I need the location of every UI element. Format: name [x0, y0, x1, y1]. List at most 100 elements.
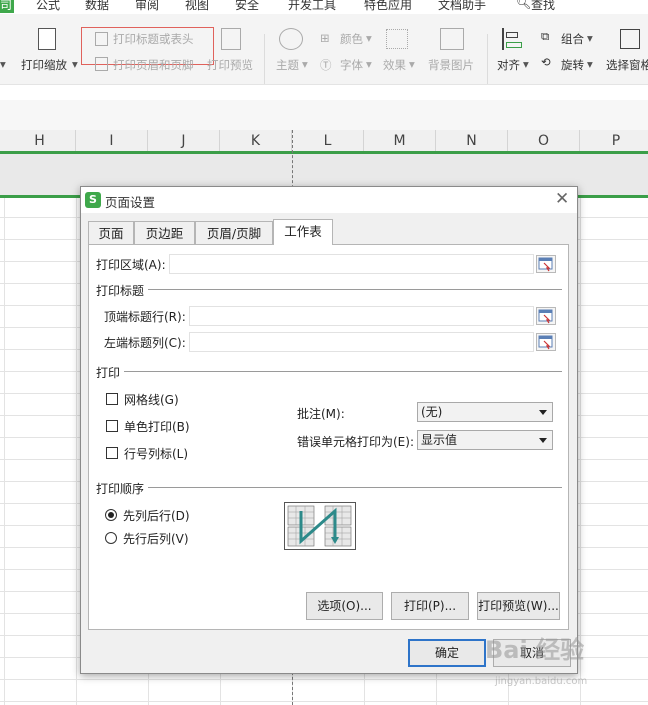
range-select-icon[interactable] — [536, 307, 556, 325]
group-button[interactable]: 组合 — [561, 31, 584, 47]
range-select-icon[interactable] — [536, 255, 556, 273]
down-then-over-label: 先列后行(D) — [123, 509, 190, 523]
print-button[interactable]: 打印(P)... — [391, 592, 469, 620]
gridlines-label: 网格线(G) — [124, 393, 179, 407]
name-box-strip — [0, 100, 648, 130]
column-header-m[interactable]: M — [364, 130, 436, 152]
print-section: 打印 — [96, 364, 562, 380]
chevron-down-icon: ▾ — [366, 57, 372, 71]
print-header-footer-icon — [95, 57, 108, 71]
over-then-down-label: 先行后列(V) — [123, 532, 189, 546]
chevron-down-icon: ▾ — [302, 57, 308, 71]
gridlines-checkbox[interactable] — [106, 393, 118, 405]
tab-page[interactable]: 页面 — [88, 221, 134, 244]
menu-start[interactable]: 司 — [0, 0, 15, 13]
print-titles-section: 打印标题 — [96, 282, 562, 298]
section-divider — [148, 487, 562, 488]
menu-review[interactable]: 审阅 — [135, 0, 159, 13]
print-heading: 打印 — [96, 366, 121, 380]
chevron-down-icon: ▾ — [0, 57, 6, 71]
color-grid-icon: ⊞ — [320, 31, 330, 45]
column-header-i[interactable]: I — [76, 130, 148, 152]
font-button[interactable]: 字体 — [340, 57, 363, 73]
print-preview-button[interactable]: 打印预览 — [207, 57, 253, 73]
over-then-down-radio[interactable] — [105, 532, 117, 544]
effect-icon — [386, 29, 408, 49]
rotate-button[interactable]: 旋转 — [561, 57, 584, 73]
section-divider — [148, 289, 562, 290]
menu-developer[interactable]: 开发工具 — [288, 0, 336, 13]
section-divider — [124, 371, 562, 372]
down-then-over-radio[interactable] — [105, 509, 117, 521]
print-order-preview-icon — [284, 502, 356, 550]
theme-button[interactable]: 主题 — [276, 57, 299, 73]
rotate-icon: ⟲ — [541, 55, 551, 69]
background-image-button[interactable]: 背景图片 — [428, 57, 474, 73]
watermark-url: jingyan.baidu.com — [495, 676, 588, 687]
search-icon[interactable]: 🔍︎ — [516, 0, 531, 10]
align-icon-bar — [506, 42, 522, 48]
chevron-down-icon: ▾ — [409, 57, 415, 71]
watermark: Bai 经验 — [485, 636, 585, 664]
comments-label: 批注(M): — [297, 407, 345, 421]
font-icon: Ⓣ — [320, 58, 332, 72]
range-select-icon[interactable] — [536, 333, 556, 351]
chevron-down-icon: ▾ — [523, 57, 529, 71]
column-header-l[interactable]: L — [292, 130, 364, 152]
print-area-input[interactable] — [169, 254, 534, 274]
print-title-button[interactable]: 打印标题或表头 — [113, 31, 194, 47]
wps-logo-icon: S — [85, 192, 101, 208]
print-header-footer-button[interactable]: 打印页眉和页脚 — [113, 57, 194, 73]
selection-pane-button[interactable]: 选择窗格 — [606, 57, 648, 73]
errors-select[interactable]: 显示值 — [417, 430, 553, 450]
color-button[interactable]: 颜色 — [340, 31, 363, 47]
column-header-row: H I J K L M N O P — [0, 130, 648, 152]
tab-margins[interactable]: 页边距 — [134, 221, 195, 244]
print-order-heading: 打印顺序 — [96, 482, 145, 496]
menu-doc-assistant[interactable]: 文档助手 — [438, 0, 486, 13]
menu-features[interactable]: 特色应用 — [364, 0, 412, 13]
column-header-o[interactable]: O — [508, 130, 580, 152]
left-cols-input[interactable] — [189, 332, 534, 352]
top-rows-input[interactable] — [189, 306, 534, 326]
ribbon-separator — [264, 34, 265, 90]
mono-checkbox[interactable] — [106, 420, 118, 432]
column-header-k[interactable]: K — [220, 130, 292, 152]
align-button[interactable]: 对齐 — [497, 57, 520, 73]
comments-value: (无) — [421, 405, 443, 419]
menu-view[interactable]: 视图 — [185, 0, 209, 13]
menu-security[interactable]: 安全 — [235, 0, 259, 13]
chevron-down-icon — [539, 438, 547, 443]
print-preview-icon — [221, 28, 241, 50]
column-header-n[interactable]: N — [436, 130, 508, 152]
selection-pane-icon — [620, 29, 640, 49]
close-icon[interactable]: ✕ — [555, 189, 569, 209]
ok-button[interactable]: 确定 — [408, 639, 486, 667]
tab-sheet[interactable]: 工作表 — [273, 219, 333, 245]
column-header-j[interactable]: J — [148, 130, 220, 152]
print-scale-button[interactable]: 打印缩放 — [21, 57, 67, 73]
top-rows-label: 顶端标题行(R): — [104, 310, 186, 324]
menu-bar: 司 公式 数据 审阅 视图 安全 开发工具 特色应用 文档助手 🔍︎ 查找 — [0, 0, 648, 14]
chevron-down-icon — [539, 410, 547, 415]
left-cols-label: 左端标题列(C): — [104, 336, 186, 350]
align-icon-bar — [506, 32, 518, 38]
ribbon-toolbar: 打印缩放 ▾ ▾ 打印标题或表头 打印页眉和页脚 打印预览 主题 ▾ ⊞ 颜色 … — [0, 14, 648, 90]
effect-button[interactable]: 效果 — [383, 57, 406, 73]
chevron-down-icon: ▾ — [587, 31, 593, 45]
print-preview-dialog-button[interactable]: 打印预览(W)... — [477, 592, 560, 620]
column-header-p[interactable]: P — [580, 130, 648, 152]
print-titles-heading: 打印标题 — [96, 284, 145, 298]
comments-select[interactable]: (无) — [417, 402, 553, 422]
errors-value: 显示值 — [421, 433, 458, 447]
menu-data[interactable]: 数据 — [85, 0, 109, 13]
rowcol-checkbox[interactable] — [106, 447, 118, 459]
dialog-titlebar[interactable]: S 页面设置 ✕ — [81, 187, 577, 213]
page-setup-dialog: S 页面设置 ✕ 页面 页边距 页眉/页脚 工作表 打印区域(A): 打印标题 … — [80, 186, 578, 674]
column-header-h[interactable]: H — [4, 130, 76, 152]
menu-formula[interactable]: 公式 — [36, 0, 60, 13]
tab-header-footer[interactable]: 页眉/页脚 — [195, 221, 273, 244]
chevron-down-icon: ▾ — [366, 31, 372, 45]
menu-search[interactable]: 查找 — [531, 0, 555, 13]
options-button[interactable]: 选项(O)... — [306, 592, 383, 620]
